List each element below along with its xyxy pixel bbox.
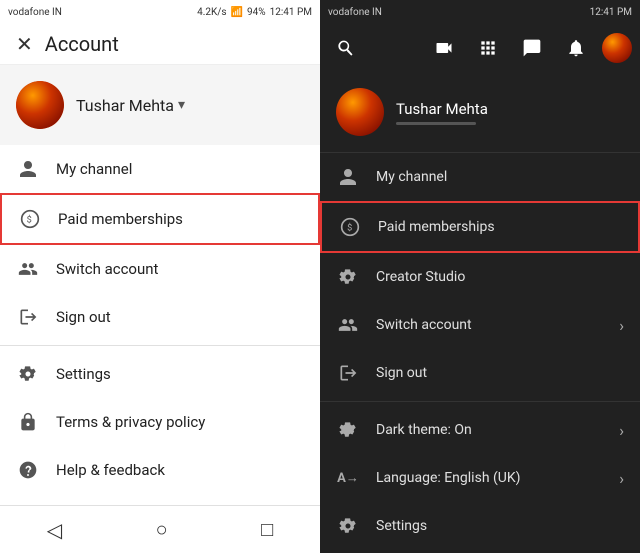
privacy-label: Terms & privacy policy bbox=[56, 413, 205, 431]
help-icon bbox=[16, 458, 40, 482]
video-camera-icon[interactable] bbox=[426, 30, 462, 66]
right-menu-creator-studio[interactable]: Creator Studio bbox=[320, 253, 640, 301]
left-panel: vodafone IN 4.2K/s 📶 94% 12:41 PM ✕ Acco… bbox=[0, 0, 320, 553]
right-status-bar: vodafone IN 12:41 PM bbox=[320, 0, 640, 24]
right-user-name: Tushar Mehta bbox=[396, 100, 488, 118]
right-divider-1 bbox=[320, 401, 640, 402]
left-header: ✕ Account bbox=[0, 24, 320, 65]
right-language-label: Language: English (UK) bbox=[376, 470, 603, 486]
battery-text: 94% bbox=[247, 7, 266, 18]
right-time: 12:41 PM bbox=[590, 7, 632, 18]
user-name: Tushar Mehta bbox=[76, 96, 174, 115]
menu-item-privacy[interactable]: Terms & privacy policy bbox=[0, 398, 320, 446]
back-button[interactable]: ◁ bbox=[23, 510, 86, 550]
dark-theme-chevron-icon: › bbox=[619, 421, 624, 440]
search-icon[interactable] bbox=[328, 30, 364, 66]
right-settings-label: Settings bbox=[376, 518, 624, 534]
right-sign-out-label: Sign out bbox=[376, 365, 624, 381]
right-switch-label: Switch account bbox=[376, 317, 603, 333]
right-panel: vodafone IN 12:41 PM 1:07:53 Music bbox=[320, 0, 640, 553]
status-icons: 4.2K/s 📶 94% 12:41 PM bbox=[197, 7, 312, 18]
home-button[interactable]: ○ bbox=[132, 509, 192, 550]
left-status-bar: vodafone IN 4.2K/s 📶 94% 12:41 PM bbox=[0, 0, 320, 24]
right-menu-avatar bbox=[336, 88, 384, 136]
right-menu-settings[interactable]: Settings bbox=[320, 502, 640, 550]
svg-text:$: $ bbox=[347, 222, 352, 233]
right-top-bar bbox=[320, 24, 640, 72]
signal-icon: 📶 bbox=[231, 7, 243, 18]
carrier-text: vodafone IN bbox=[8, 7, 62, 18]
right-paid-memberships-label: Paid memberships bbox=[378, 219, 622, 235]
right-carrier: vodafone IN bbox=[328, 7, 382, 18]
right-sign-out-icon bbox=[336, 361, 360, 385]
recents-button[interactable]: □ bbox=[237, 509, 297, 550]
right-menu-paid-memberships[interactable]: $ Paid memberships bbox=[320, 201, 640, 253]
page-title: Account bbox=[45, 32, 119, 56]
right-menu-my-channel[interactable]: My channel bbox=[320, 153, 640, 201]
speed-text: 4.2K/s bbox=[197, 7, 226, 18]
menu-item-my-channel[interactable]: My channel bbox=[0, 145, 320, 193]
right-menu-dark-theme[interactable]: Dark theme: On › bbox=[320, 406, 640, 454]
menu-divider bbox=[0, 345, 320, 346]
right-menu-switch-account[interactable]: Switch account › bbox=[320, 301, 640, 349]
avatar-image bbox=[16, 81, 64, 129]
right-dark-theme-label: Dark theme: On bbox=[376, 422, 603, 438]
menu-item-sign-out[interactable]: Sign out bbox=[0, 293, 320, 341]
notification-icon[interactable] bbox=[558, 30, 594, 66]
right-channel-icon bbox=[336, 165, 360, 189]
time-text: 12:41 PM bbox=[270, 7, 312, 18]
right-my-channel-label: My channel bbox=[376, 169, 624, 185]
settings-label: Settings bbox=[56, 365, 111, 383]
sign-out-label: Sign out bbox=[56, 308, 111, 326]
right-switch-icon bbox=[336, 313, 360, 337]
right-user-info: Tushar Mehta bbox=[396, 100, 488, 125]
right-settings-icon bbox=[336, 514, 360, 538]
right-menu-sign-out[interactable]: Sign out bbox=[320, 349, 640, 397]
switch-account-icon bbox=[16, 257, 40, 281]
grid-icon[interactable] bbox=[470, 30, 506, 66]
my-channel-label: My channel bbox=[56, 160, 132, 178]
user-name-row[interactable]: Tushar Mehta ▾ bbox=[76, 96, 185, 115]
svg-text:$: $ bbox=[27, 214, 32, 225]
paid-memberships-label: Paid memberships bbox=[58, 210, 183, 228]
menu-item-settings[interactable]: Settings bbox=[0, 350, 320, 398]
memberships-icon: $ bbox=[18, 207, 42, 231]
channel-icon bbox=[16, 157, 40, 181]
left-user-section: Tushar Mehta ▾ bbox=[0, 65, 320, 145]
lock-icon bbox=[16, 410, 40, 434]
menu-item-paid-memberships[interactable]: $ Paid memberships bbox=[0, 193, 320, 245]
sign-out-icon bbox=[16, 305, 40, 329]
right-language-icon: A→ bbox=[336, 466, 360, 490]
right-menu-overlay: Tushar Mehta My channel $ Paid membershi… bbox=[320, 72, 640, 553]
chevron-down-icon: ▾ bbox=[178, 97, 185, 113]
right-creator-studio-icon bbox=[336, 265, 360, 289]
right-user-section: Tushar Mehta bbox=[320, 72, 640, 153]
switch-chevron-icon: › bbox=[619, 316, 624, 335]
left-menu: My channel $ Paid memberships Switch acc… bbox=[0, 145, 320, 505]
bottom-navigation: ◁ ○ □ bbox=[0, 505, 320, 553]
right-memberships-icon: $ bbox=[338, 215, 362, 239]
menu-item-switch-account[interactable]: Switch account bbox=[0, 245, 320, 293]
menu-item-help[interactable]: Help & feedback bbox=[0, 446, 320, 494]
right-dark-theme-icon bbox=[336, 418, 360, 442]
switch-account-label: Switch account bbox=[56, 260, 158, 278]
close-button[interactable]: ✕ bbox=[16, 32, 33, 56]
right-menu-language[interactable]: A→ Language: English (UK) › bbox=[320, 454, 640, 502]
message-icon[interactable] bbox=[514, 30, 550, 66]
right-user-subtitle bbox=[396, 122, 476, 125]
settings-icon bbox=[16, 362, 40, 386]
right-user-avatar[interactable] bbox=[602, 33, 632, 63]
avatar bbox=[16, 81, 64, 129]
language-chevron-icon: › bbox=[619, 469, 624, 488]
help-label: Help & feedback bbox=[56, 461, 165, 479]
right-creator-studio-label: Creator Studio bbox=[376, 269, 624, 285]
